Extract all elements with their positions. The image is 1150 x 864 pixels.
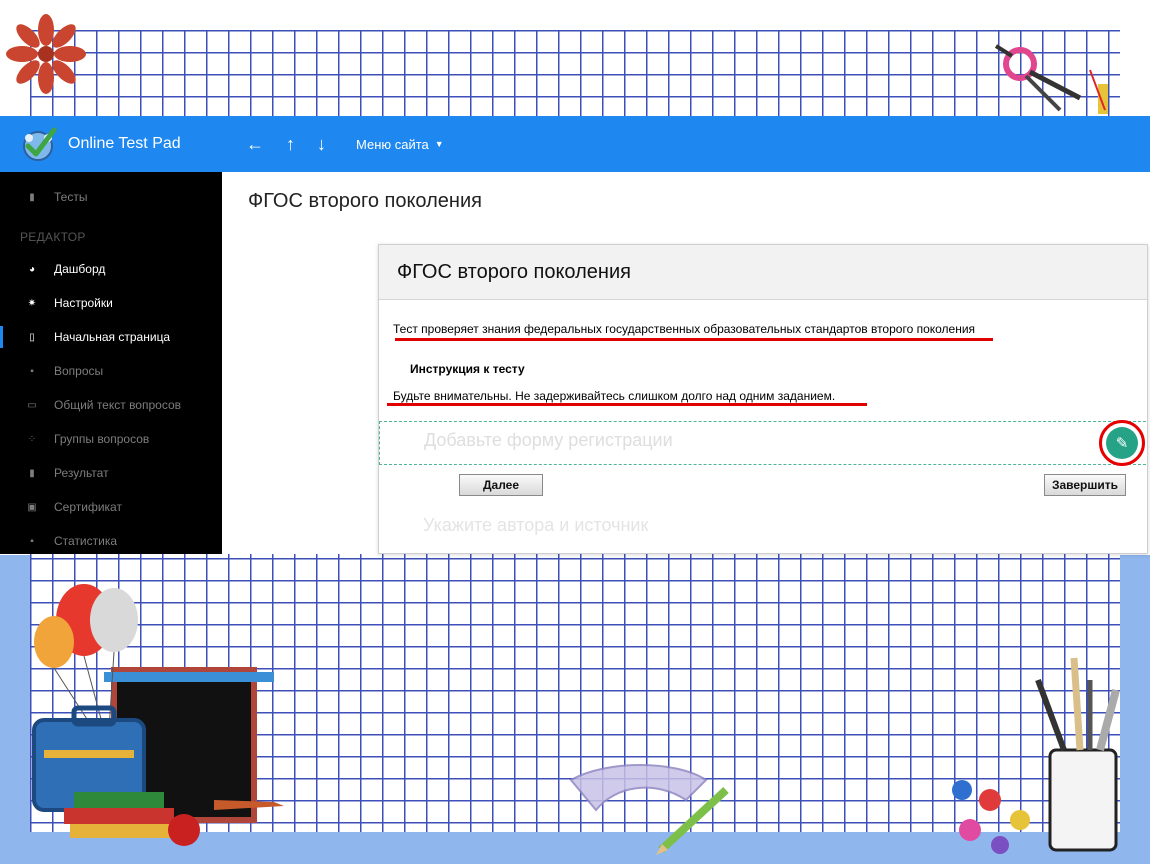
edit-highlight-ring: ✎ [1099,420,1145,466]
groups-icon: ⁘ [27,433,37,445]
sidebar-item-tests[interactable]: ▮ Тесты [0,172,222,222]
sidebar-item-label: Статистика [54,534,118,548]
book-icon: ▮ [29,191,35,203]
sidebar-item-label: Результат [54,466,109,480]
sidebar-item-label: Вопросы [54,364,104,378]
description-highlight-underline [395,338,993,341]
sidebar-item-label: Настройки [54,296,113,310]
school-supplies-decoration [32,584,284,846]
instruction-title: Инструкция к тесту [410,362,525,376]
flower-decoration [6,14,86,94]
up-arrow-icon[interactable]: ↑ [286,134,295,155]
site-menu-label: Меню сайта [356,136,429,152]
sidebar-item[interactable]: ▣ Сертификат [0,490,222,524]
test-description: Тест проверяет знания федеральных госуда… [393,322,976,336]
gear-icon: ✷ [27,297,37,309]
dashboard-icon: ◕ [28,263,36,275]
page-title: ФГОС второго поколения [248,190,482,212]
sidebar-item[interactable]: ▭ Общий текст вопросов [0,388,222,422]
brand[interactable]: Online Test Pad [0,124,222,164]
brand-name: Online Test Pad [68,135,181,152]
edit-button[interactable]: ✎ [1106,427,1138,459]
sidebar-item[interactable]: ▮ Результат [0,456,222,490]
chart-icon: ▮ [29,467,35,479]
card-title: ФГОС второго поколения [379,245,1147,300]
pencil-cup-decoration [952,657,1120,854]
document-icon: ▯ [29,331,35,343]
text-icon: ▭ [27,399,37,411]
certificate-icon: ▣ [27,501,37,513]
sidebar-item-label: Общий текст вопросов [54,398,182,412]
instruction-highlight-underline [387,403,867,406]
sidebar-item-label: Тесты [54,190,88,204]
registration-placeholder-text: Добавьте форму регистрации [424,430,673,450]
sidebar-item-label: Начальная страница [54,330,171,344]
back-arrow-icon[interactable]: ← [246,134,264,155]
stats-icon: ▪ [30,535,34,547]
pencil-icon: ✎ [1115,435,1129,452]
top-navigation-bar: Online Test Pad ← ↑ ↓ Меню сайта ▼ [0,116,1150,172]
sidebar-item[interactable]: ▯ Начальная страница [0,320,222,354]
author-source-placeholder[interactable]: Укажите автора и источник [423,515,648,536]
sidebar-item[interactable]: ◕ Дашборд [0,252,222,286]
registration-form-placeholder[interactable]: Добавьте форму регистрации [379,421,1146,465]
main-content: ФГОС второго поколения ФГОС второго поко… [222,172,1150,554]
app-window: Online Test Pad ← ↑ ↓ Меню сайта ▼ ▮ Тес… [0,116,1150,554]
next-button[interactable]: Далее [459,474,543,496]
ruler-pencil-decoration [569,764,729,855]
sidebar-item[interactable]: ▪ Статистика [0,524,222,558]
finish-button[interactable]: Завершить [1044,474,1126,496]
site-menu-dropdown[interactable]: Меню сайта ▼ [356,137,444,152]
sidebar-item-label: Дашборд [54,262,106,276]
sidebar-item-label: Сертификат [54,500,122,514]
sidebar-item[interactable]: ⁘ Группы вопросов [0,422,222,456]
sidebar-section-editor: РЕДАКТОР [20,230,86,244]
sidebar-item[interactable]: ✷ Настройки [0,286,222,320]
instruction-text: Будьте внимательны. Не задерживайтесь сл… [393,389,836,403]
question-icon: ▪ [30,365,34,377]
sidebar-item[interactable]: ▪ Вопросы [0,354,222,388]
compass-decoration [994,44,1108,114]
caret-down-icon: ▼ [434,139,444,149]
sidebar: ▮ Тесты РЕДАКТОР ◕ Дашборд ✷ Настройки ▯ Нача… [0,172,222,554]
down-arrow-icon[interactable]: ↓ [317,134,326,155]
sidebar-item-label: Группы вопросов [54,432,150,446]
online-test-pad-logo-icon [23,127,57,161]
test-preview-card: ФГОС второго поколения Тест проверяет зн… [378,244,1148,554]
paper-frame-top [0,0,1150,30]
